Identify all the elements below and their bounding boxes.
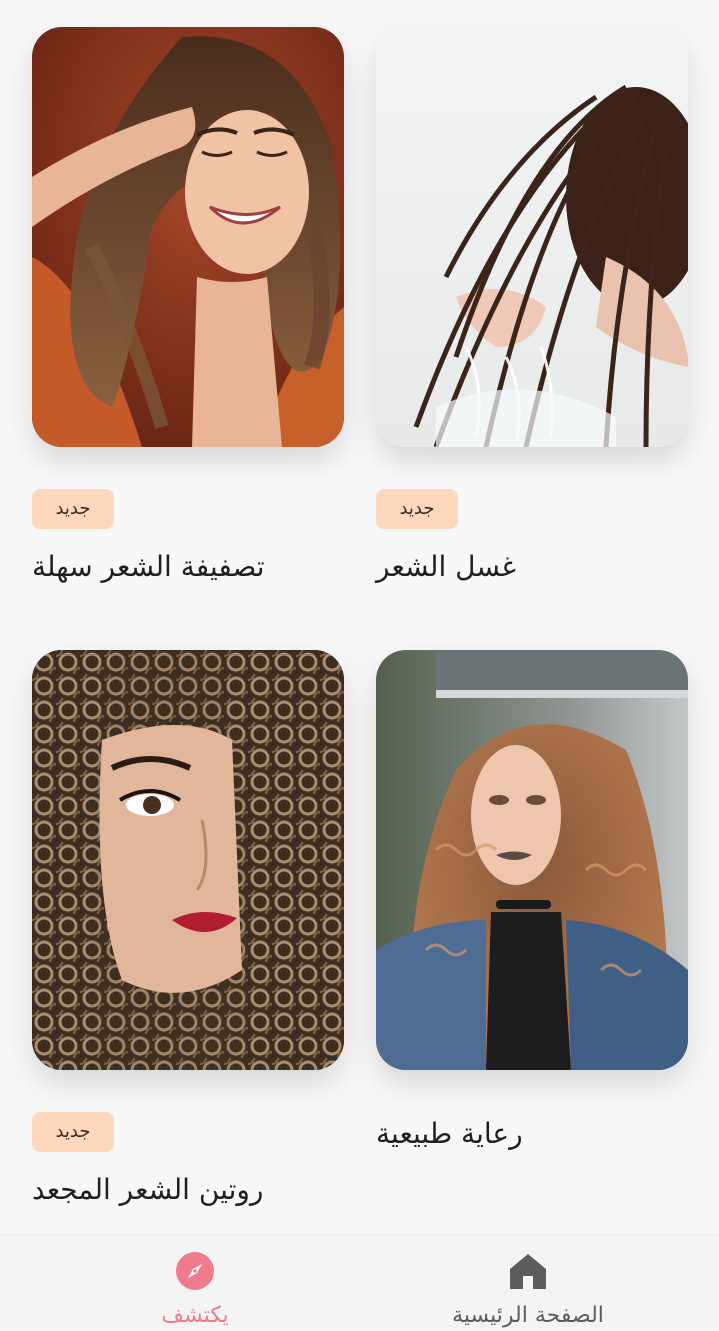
new-badge: جديد [376, 489, 458, 529]
card-image-washing-hair[interactable] [376, 27, 688, 447]
card-title[interactable]: غسل الشعر [376, 545, 688, 589]
card-image-natural-curly-hair[interactable] [376, 650, 688, 1070]
nav-explore-label: يكتشف [161, 1303, 229, 1328]
new-badge: جديد [32, 489, 114, 529]
nav-home-label: الصفحة الرئيسية [452, 1303, 604, 1328]
bottom-navigation: يكتشف الصفحة الرئيسية [0, 1234, 719, 1329]
article-card-hair-washing[interactable]: جديد غسل الشعر [376, 27, 688, 583]
article-grid: جديد تصفيفة الشعر سهلة جديد غسل الشعر جد… [0, 0, 719, 1234]
nav-explore[interactable]: يكتشف [110, 1235, 280, 1329]
card-image-curly-hair-portrait[interactable] [32, 650, 344, 1070]
article-card-natural-care[interactable]: رعاية طبيعية [376, 650, 688, 1150]
article-card-curly-routine[interactable]: جديد روتين الشعر المجعد [32, 650, 344, 1206]
new-badge: جديد [32, 1112, 114, 1152]
compass-icon [176, 1252, 214, 1290]
card-title[interactable]: رعاية طبيعية [376, 1112, 688, 1156]
home-icon [510, 1254, 546, 1289]
article-card-easy-hairstyle[interactable]: جديد تصفيفة الشعر سهلة [32, 27, 344, 583]
card-title[interactable]: تصفيفة الشعر سهلة [32, 545, 344, 589]
nav-home[interactable]: الصفحة الرئيسية [420, 1235, 636, 1329]
card-image-woman-smiling[interactable] [32, 27, 344, 447]
card-title[interactable]: روتين الشعر المجعد [32, 1168, 344, 1212]
